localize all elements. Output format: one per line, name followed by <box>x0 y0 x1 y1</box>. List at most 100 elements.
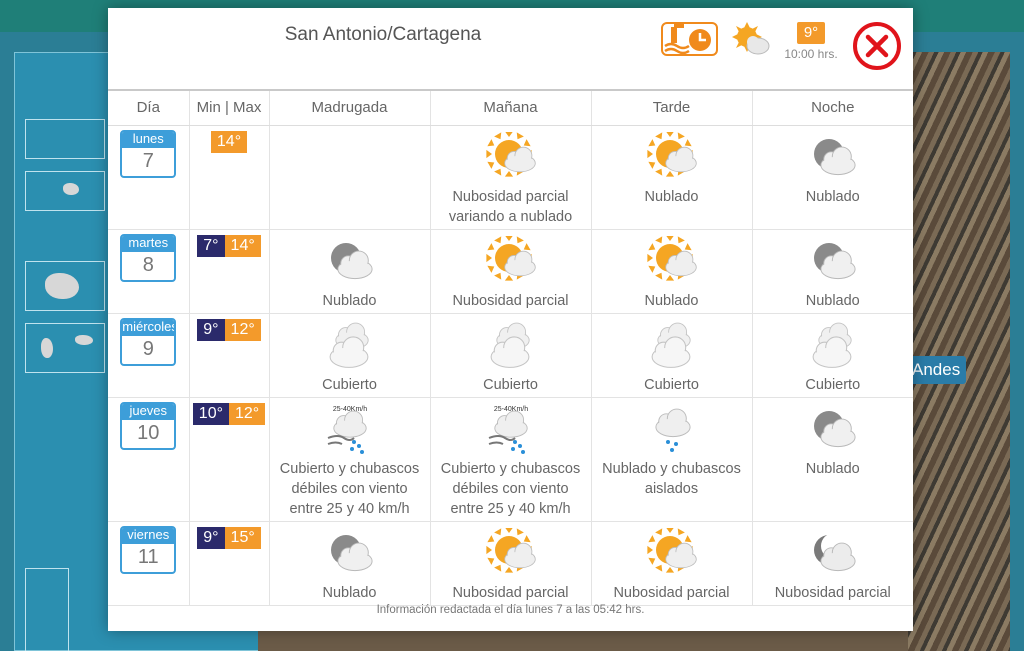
partly-cloudy-icon <box>431 235 591 288</box>
min-max-cell: 9° 12° <box>188 313 269 398</box>
period-cell: Nubosidad parcial variando a nublado <box>429 125 591 230</box>
day-name: viernes <box>122 527 175 544</box>
period-description: Cubierto y chubascos débiles con viento … <box>279 460 420 517</box>
calendar-day-icon: miércoles 9 <box>120 317 177 366</box>
day-number: 7 <box>142 149 154 172</box>
period-cell: Nublado <box>268 229 430 314</box>
column-header: Mañana <box>429 89 591 126</box>
table-row: martes 8 7° 14° Nublado Nubosidad parcial… <box>108 229 914 314</box>
period-description: Nublado <box>805 292 860 309</box>
calendar-day-icon: viernes 11 <box>120 525 177 574</box>
map-label-andes[interactable]: Andes <box>906 356 967 384</box>
cloudy-night-icon <box>753 132 914 184</box>
tide-clock-icon[interactable] <box>661 22 718 56</box>
table-row: lunes 7 14° Nubosidad parcial variando a… <box>108 125 914 230</box>
cloudy-night-icon <box>753 236 914 288</box>
period-cell: Nublado <box>268 521 430 606</box>
period-description: Cubierto y chubascos débiles con viento … <box>440 460 581 517</box>
period-description: Nubosidad parcial <box>452 292 569 309</box>
min-temp-badge: 9° <box>197 318 225 341</box>
temp-badges: 7° 14° <box>197 234 261 257</box>
min-max-cell: 9° 15° <box>188 521 269 606</box>
column-header: Día <box>108 89 189 126</box>
period-cell: Cubierto <box>590 313 752 398</box>
day-name: martes <box>122 235 175 252</box>
forecast-table: Día Min | Max Madrugada Mañana Tarde Noc… <box>108 89 913 606</box>
period-cell: Nublado <box>751 229 914 314</box>
max-temp-badge: 12° <box>224 318 261 341</box>
map-inset <box>25 323 105 373</box>
day-name: lunes <box>122 131 175 148</box>
overcast-icon <box>431 320 591 372</box>
period-cell: Nublado <box>751 397 913 522</box>
table-row: viernes 11 9° 15° Nublado Nubosidad parci… <box>108 521 914 606</box>
map-inset <box>25 568 69 651</box>
max-temp-badge: 14° <box>224 234 261 257</box>
period-cell: Nublado <box>751 125 914 230</box>
calendar-day-icon: jueves 10 <box>120 401 177 450</box>
period-cell: Nubosidad parcial <box>429 229 591 314</box>
cloudy-night-icon <box>270 236 430 288</box>
wind-showers-icon: 25-40Km/h <box>431 404 591 456</box>
partly-cloudy-icon <box>592 527 752 580</box>
day-cell: jueves 10 <box>108 397 189 522</box>
period-cell: Cubierto <box>429 313 591 398</box>
overcast-icon <box>270 320 430 372</box>
column-header: Min | Max <box>188 89 269 126</box>
period-cell: Nublado <box>590 229 752 314</box>
min-temp-badge: 7° <box>197 234 225 257</box>
period-cell: Nublado y chubascos aislados <box>590 397 752 522</box>
map-terrain <box>900 52 1010 651</box>
day-name: miércoles <box>122 318 177 336</box>
day-cell: miércoles 9 <box>108 313 189 398</box>
close-icon <box>853 22 901 70</box>
period-cell: Nublado <box>590 125 752 230</box>
calendar-day-icon: martes 8 <box>120 233 177 282</box>
period-description: Nublado <box>805 460 860 477</box>
day-number: 9 <box>142 337 154 360</box>
partly-cloudy-icon <box>431 527 591 580</box>
current-weather-icon <box>731 22 771 58</box>
moon-cloud-icon <box>753 528 914 580</box>
min-max-cell: 7° 14° <box>188 229 269 314</box>
partly-cloudy-icon <box>431 131 591 184</box>
day-name: jueves <box>122 403 175 420</box>
period-cell: Nubosidad parcial <box>429 521 591 606</box>
overcast-icon <box>753 320 914 372</box>
day-cell: martes 8 <box>108 229 189 314</box>
max-temp-badge: 15° <box>224 526 261 549</box>
period-description: Nublado <box>322 584 377 601</box>
max-temp-badge: 12° <box>229 402 266 425</box>
temp-badges: 10° 12° <box>192 402 266 425</box>
temp-badges: 9° 15° <box>197 526 261 549</box>
station-title: San Antonio/Cartagena <box>284 24 482 45</box>
period-cell: 25-40Km/h Cubierto y chubascos débiles c… <box>429 397 591 522</box>
column-header: Madrugada <box>268 89 430 126</box>
period-description: Nublado <box>322 292 377 309</box>
day-cell: viernes 11 <box>108 521 189 606</box>
table-row: miércoles 9 9° 12° Cubierto Cubierto Cubi… <box>108 313 914 398</box>
modal-header: San Antonio/Cartagena 9° 10:00 hrs. <box>108 8 913 90</box>
day-cell: lunes 7 <box>108 125 189 230</box>
island-shape <box>63 183 79 195</box>
period-description: Cubierto <box>805 376 861 393</box>
footer-note: Información redactada el día lunes 7 a l… <box>376 604 645 616</box>
period-cell: Nubosidad parcial <box>590 521 752 606</box>
period-description: Cubierto <box>483 376 538 393</box>
temp-badges: 14° <box>210 130 248 153</box>
max-temp-badge: 14° <box>210 130 248 153</box>
period-description: Nubosidad parcial <box>613 584 730 601</box>
temp-badges: 9° 12° <box>197 318 261 341</box>
period-cell <box>268 125 430 230</box>
close-button[interactable] <box>852 21 902 71</box>
min-temp-badge: 9° <box>197 526 225 549</box>
day-number: 10 <box>137 421 160 444</box>
column-header: Tarde <box>590 89 752 126</box>
current-temp-badge: 9° <box>797 22 825 44</box>
period-description: Nublado <box>644 188 699 205</box>
cloudy-night-icon <box>270 528 430 580</box>
calendar-day-icon: lunes 7 <box>120 129 177 178</box>
period-description: Nubosidad parcial <box>774 584 891 601</box>
table-row: jueves 10 10° 12° 25-40Km/h Cubierto y chu… <box>108 397 913 522</box>
period-description: Nublado <box>805 188 860 205</box>
